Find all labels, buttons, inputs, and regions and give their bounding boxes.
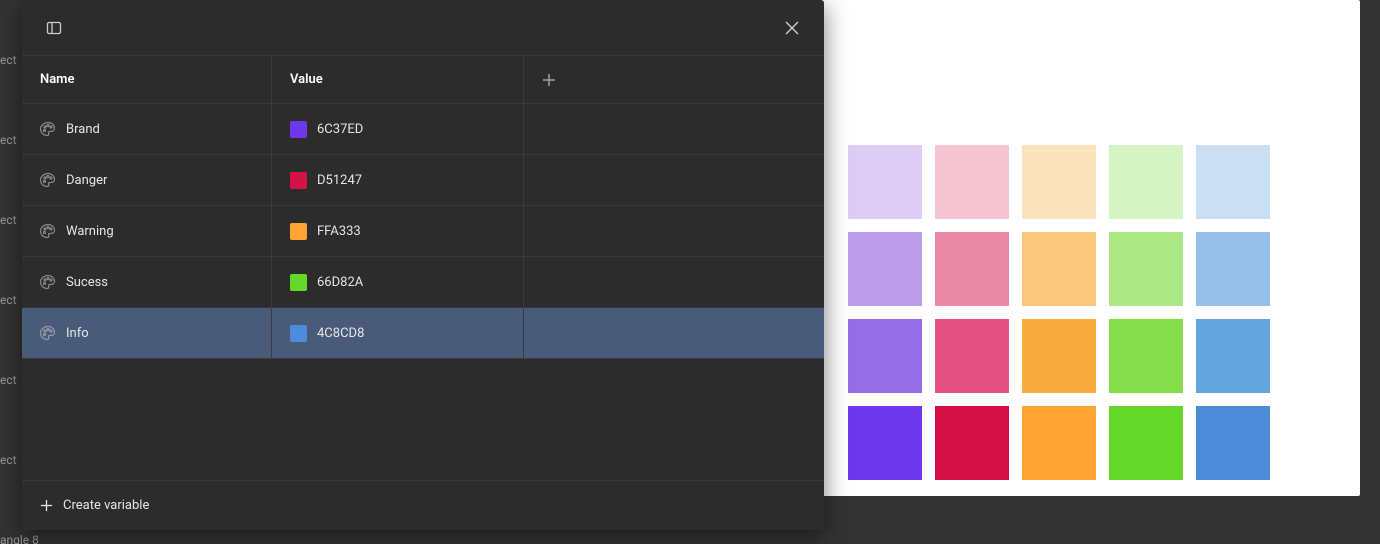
variable-value-cell[interactable]: 66D82A — [272, 257, 524, 307]
color-swatch[interactable] — [1022, 406, 1096, 480]
variable-extra-cell — [524, 257, 824, 307]
plus-icon — [40, 499, 53, 512]
variable-name-label: Brand — [66, 122, 100, 137]
color-swatch[interactable] — [935, 145, 1009, 219]
variable-value-cell[interactable]: FFA333 — [272, 206, 524, 256]
table-body: Brand 6C37ED Danger D51247 Warning FFA333 Suce… — [22, 104, 824, 480]
color-swatch[interactable] — [1022, 145, 1096, 219]
variable-name-label: Sucess — [66, 275, 108, 290]
color-chip — [290, 325, 307, 342]
color-swatch[interactable] — [848, 232, 922, 306]
create-variable-label: Create variable — [63, 498, 149, 513]
color-swatch[interactable] — [848, 145, 922, 219]
color-swatch[interactable] — [935, 406, 1009, 480]
variable-extra-cell — [524, 206, 824, 256]
color-chip — [290, 121, 307, 138]
create-variable-button[interactable]: Create variable — [22, 480, 824, 530]
variable-name-label: Danger — [66, 173, 107, 188]
variable-name-label: Info — [66, 326, 89, 341]
color-chip — [290, 172, 307, 189]
variable-name-label: Warning — [66, 224, 114, 239]
variable-row[interactable]: Danger D51247 — [22, 155, 824, 206]
color-swatch[interactable] — [848, 319, 922, 393]
color-swatch[interactable] — [1196, 145, 1270, 219]
color-swatch[interactable] — [1196, 406, 1270, 480]
close-icon[interactable] — [778, 14, 806, 42]
variables-dialog: Name Value Brand 6C37ED Danger D51247 Warnin… — [22, 0, 824, 530]
palette-icon — [40, 172, 56, 188]
add-column-button[interactable] — [524, 56, 824, 103]
palette-icon — [40, 223, 56, 239]
variable-row[interactable]: Sucess 66D82A — [22, 257, 824, 308]
color-swatch[interactable] — [1109, 406, 1183, 480]
variable-value-cell[interactable]: D51247 — [272, 155, 524, 205]
variable-extra-cell — [524, 308, 824, 358]
color-swatch[interactable] — [848, 406, 922, 480]
variable-value-cell[interactable]: 4C8CD8 — [272, 308, 524, 358]
variable-name-cell[interactable]: Info — [22, 308, 272, 358]
color-swatch[interactable] — [1022, 319, 1096, 393]
color-chip — [290, 223, 307, 240]
color-swatch[interactable] — [1196, 319, 1270, 393]
color-swatch[interactable] — [1022, 232, 1096, 306]
variable-row[interactable]: Brand 6C37ED — [22, 104, 824, 155]
variable-value-label: 4C8CD8 — [317, 326, 364, 341]
palette-icon — [40, 274, 56, 290]
variable-value-label: 6C37ED — [317, 122, 363, 137]
variable-value-cell[interactable]: 6C37ED — [272, 104, 524, 154]
variable-value-label: D51247 — [317, 173, 362, 188]
color-swatch[interactable] — [1196, 232, 1270, 306]
color-swatch[interactable] — [1109, 232, 1183, 306]
color-swatch[interactable] — [935, 232, 1009, 306]
variable-name-cell[interactable]: Danger — [22, 155, 272, 205]
palette-icon — [40, 325, 56, 341]
variable-name-cell[interactable]: Warning — [22, 206, 272, 256]
variable-row[interactable]: Warning FFA333 — [22, 206, 824, 257]
color-swatch[interactable] — [935, 319, 1009, 393]
variable-name-cell[interactable]: Sucess — [22, 257, 272, 307]
variable-extra-cell — [524, 104, 824, 154]
dialog-header — [22, 0, 824, 56]
swatch-grid — [848, 145, 1270, 480]
column-header-value[interactable]: Value — [272, 56, 524, 103]
color-swatch[interactable] — [1109, 319, 1183, 393]
variable-row[interactable]: Info 4C8CD8 — [22, 308, 824, 359]
variable-value-label: FFA333 — [317, 224, 361, 239]
variable-value-label: 66D82A — [317, 275, 363, 290]
color-chip — [290, 274, 307, 291]
variable-name-cell[interactable]: Brand — [22, 104, 272, 154]
sidebar-toggle-icon[interactable] — [40, 14, 68, 42]
palette-icon — [40, 121, 56, 137]
table-header: Name Value — [22, 56, 824, 104]
variable-extra-cell — [524, 155, 824, 205]
column-header-name[interactable]: Name — [22, 56, 272, 103]
color-swatch[interactable] — [1109, 145, 1183, 219]
